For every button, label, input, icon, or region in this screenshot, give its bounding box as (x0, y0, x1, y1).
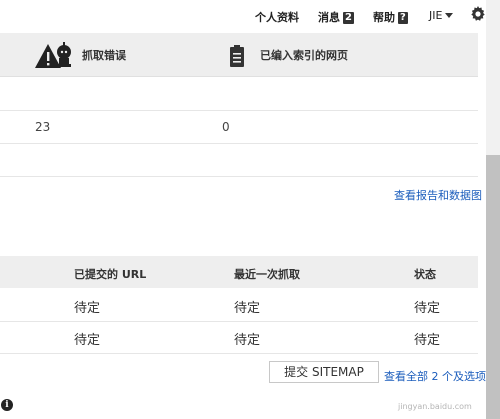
column-header: 已提交的 URL (74, 268, 147, 281)
watermark: jingyan.baidu.com (398, 402, 472, 411)
user-menu[interactable]: JIE (429, 9, 454, 22)
view-report-link[interactable]: 查看报告和数据图 (394, 187, 482, 203)
info-icon[interactable]: i (1, 399, 13, 411)
messages-count-badge: 2 (343, 12, 354, 24)
help-badge: ? (398, 12, 408, 24)
crawl-errors-value: 23 (35, 120, 51, 134)
view-all-link[interactable]: 查看全部 2 个及选项 (384, 368, 486, 384)
table-cell: 待定 (414, 333, 441, 348)
messages-label: 消息 (318, 11, 340, 24)
table-cell: 待定 (74, 333, 101, 348)
profile-link[interactable]: 个人资料 (255, 9, 299, 25)
help-label: 帮助 (373, 11, 395, 24)
top-navigation: 个人资料 消息 2 帮助? JIE (0, 0, 486, 32)
divider (0, 176, 478, 177)
table-cell: 待定 (414, 301, 441, 316)
document-icon (230, 45, 244, 67)
messages-link[interactable]: 消息 2 (318, 9, 354, 25)
submit-sitemap-button[interactable]: 提交 SITEMAP (269, 361, 379, 383)
crawl-errors-label: 抓取错误 (82, 49, 126, 62)
indexed-pages-label: 已编入索引的网页 (260, 49, 348, 62)
help-link[interactable]: 帮助? (373, 9, 408, 25)
table-cell: 待定 (234, 301, 261, 316)
gear-icon[interactable] (470, 6, 486, 22)
user-name: JIE (429, 9, 443, 22)
divider (0, 143, 478, 144)
indexed-pages-value: 0 (222, 120, 230, 134)
scrollbar-thumb[interactable] (486, 155, 500, 419)
divider (0, 110, 478, 111)
column-header: 状态 (414, 268, 436, 281)
warning-robot-icon (35, 42, 71, 68)
column-header: 最近一次抓取 (234, 268, 300, 281)
divider (0, 321, 478, 322)
chevron-down-icon (445, 13, 454, 18)
table-cell: 待定 (74, 301, 101, 316)
divider (0, 353, 478, 354)
table-cell: 待定 (234, 333, 261, 348)
